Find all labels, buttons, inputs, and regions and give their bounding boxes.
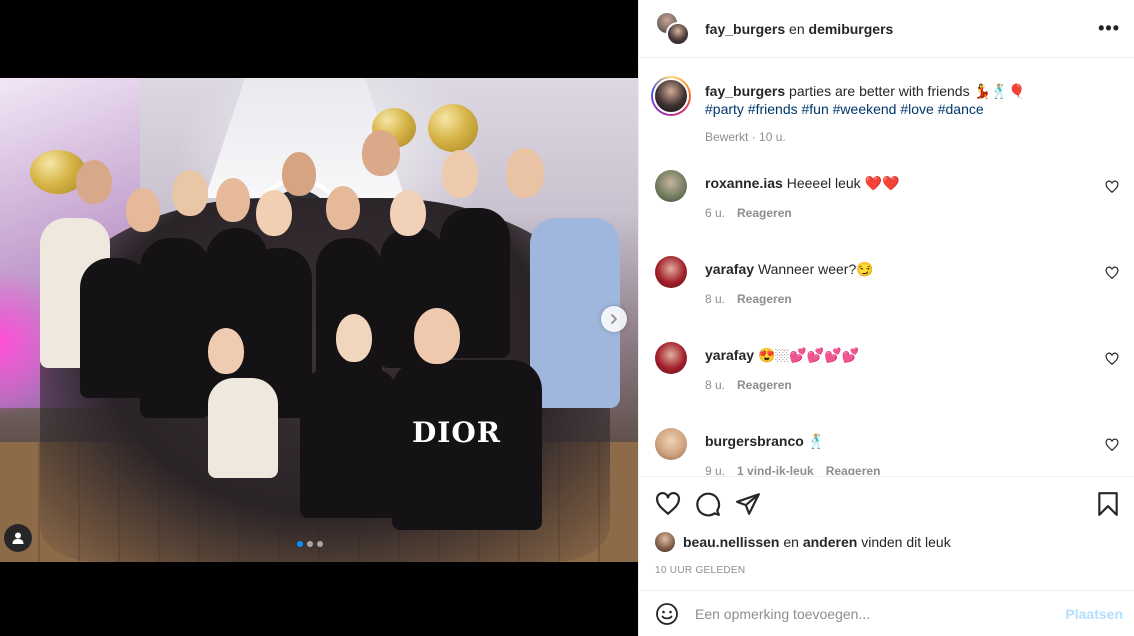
reply-button[interactable]: Reageren [737,378,792,392]
comment-likes[interactable]: 1 vind-ik-leuk [737,464,814,475]
like-comment-icon[interactable] [1105,438,1119,452]
post-header: fay_burgers en demiburgers ••• [639,0,1134,58]
caption-time: 10 u. [759,130,786,144]
caption-username[interactable]: fay_burgers [705,83,785,99]
likers-others-link[interactable]: anderen [803,534,857,550]
instagram-post: DIOR fay_burgers en demiburgers ••• fay_… [0,0,1134,636]
likes-summary: beau.nellissen en anderen vinden dit leu… [655,532,951,552]
add-comment-bar: Plaatsen [639,590,1134,636]
like-comment-icon[interactable] [1105,180,1119,194]
caption-text: parties are better with friends 💃🕺🏼🎈 [789,83,1026,99]
edited-label: Bewerkt [705,130,749,144]
avatar[interactable] [655,342,687,374]
carousel-dot [297,541,303,547]
chevron-right-icon [611,314,617,324]
share-icon[interactable] [735,491,761,517]
avatar [666,21,690,46]
like-comment-icon[interactable] [1105,266,1119,280]
comment-item: roxanne.ias Heeeel leuk ❤️❤️ 6 u. Reagere… [655,170,1119,220]
caption-hashtags[interactable]: #party #friends #fun #weekend #love #dan… [705,101,984,117]
post-timestamp[interactable]: 10 UUR GELEDEN [655,565,745,576]
comment-icon[interactable] [695,491,721,517]
balloon [428,104,478,152]
shirt-print: DIOR [412,416,502,449]
tagged-users-button[interactable] [4,524,32,552]
post-photo[interactable]: DIOR [0,78,638,562]
avatar[interactable] [655,256,687,288]
liker-username[interactable]: beau.nellissen [683,534,779,550]
post-sidebar: fay_burgers en demiburgers ••• fay_burge… [638,0,1134,636]
carousel-indicator [297,541,323,547]
avatar[interactable] [655,170,687,202]
comment-item: yarafay Wanneer weer?😏 8 u. Reageren [655,256,1119,306]
reply-button[interactable]: Reageren [737,292,792,306]
media-panel: DIOR [0,0,638,636]
avatar[interactable] [655,428,687,460]
comment-time: 8 u. [705,378,726,392]
author-link[interactable]: fay_burgers [705,21,785,37]
comment-username[interactable]: burgersbranco [705,433,804,449]
comment-text: 🕺🏼 [807,433,826,449]
carousel-dot [317,541,323,547]
comment-input[interactable] [695,605,1066,622]
comment-time: 9 u. [705,464,726,475]
comment-text: 😍🏼💕💕💕💕 [757,347,860,363]
like-comment-icon[interactable] [1105,352,1119,366]
author-link[interactable]: demiburgers [809,21,894,37]
comment-username[interactable]: yarafay [705,347,754,363]
more-options-icon[interactable]: ••• [1098,18,1120,39]
post-authors: fay_burgers en demiburgers [705,20,894,37]
caption: fay_burgers parties are better with frie… [651,76,1119,144]
post-actions: beau.nellissen en anderen vinden dit leu… [639,476,1134,586]
comments-list[interactable]: fay_burgers parties are better with frie… [639,59,1134,475]
post-comment-button[interactable]: Plaatsen [1065,606,1123,622]
comment-username[interactable]: roxanne.ias [705,175,783,191]
avatar[interactable] [655,532,675,552]
comment-time: 6 u. [705,206,726,220]
comment-text: Wanneer weer?😏 [757,261,874,277]
comment-time: 8 u. [705,292,726,306]
emoji-icon[interactable] [655,602,679,626]
comment-text: Heeeel leuk ❤️❤️ [786,175,900,191]
carousel-dot [307,541,313,547]
user-icon [12,532,24,544]
carousel-next-button[interactable] [601,306,627,332]
comment-item: burgersbranco 🕺🏼 9 u. 1 vind-ik-leuk Reage… [655,428,1119,475]
heart-icon[interactable] [655,491,681,517]
bookmark-icon[interactable] [1095,491,1121,517]
comment-username[interactable]: yarafay [705,261,754,277]
reply-button[interactable]: Reageren [826,464,881,475]
story-ring-avatar[interactable] [651,76,691,116]
reply-button[interactable]: Reageren [737,206,792,220]
comment-item: yarafay 😍🏼💕💕💕💕 8 u. Reageren [655,342,1119,392]
collab-avatars[interactable] [655,10,691,47]
